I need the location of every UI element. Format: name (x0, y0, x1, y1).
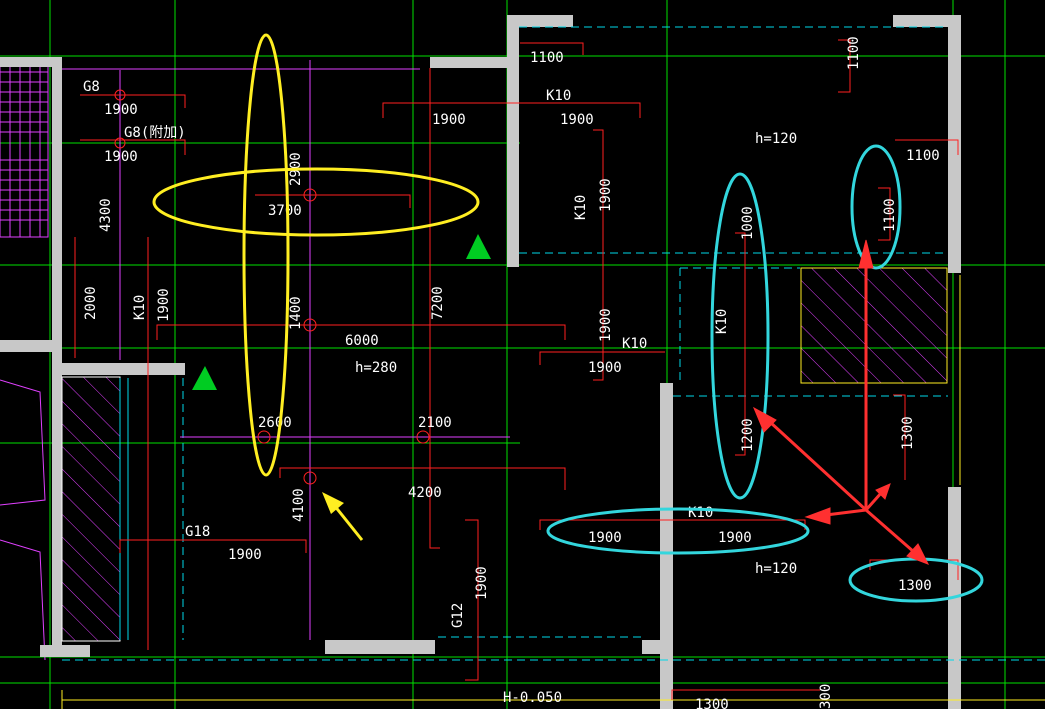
label-6000: 6000 (345, 333, 379, 349)
label-1200: 1200 (740, 418, 756, 452)
hatched-shafts (61, 267, 948, 642)
label-1900: 1900 (432, 112, 466, 128)
label-g8-additional: G8(附加) (124, 125, 186, 141)
label-k10: K10 (714, 309, 730, 334)
label-1900: 1900 (560, 112, 594, 128)
label-1100: 1100 (906, 148, 940, 164)
label-1900: 1900 (718, 530, 752, 546)
label-7200: 7200 (430, 286, 446, 320)
label-k10: K10 (132, 295, 148, 320)
label-2100: 2100 (418, 415, 452, 431)
label-3700: 3700 (268, 203, 302, 219)
label-1300: 1300 (898, 578, 932, 594)
label-1900: 1900 (598, 178, 614, 212)
label-1900: 1900 (228, 547, 262, 563)
green-marker-icon (192, 234, 491, 390)
label-g8: G8 (83, 79, 100, 95)
label-1400: 1400 (288, 296, 304, 330)
label-k10: K10 (688, 505, 713, 521)
label-1100: 1100 (882, 198, 898, 232)
label-h120: h=120 (755, 561, 797, 577)
left-edge-fixture (0, 61, 49, 661)
label-1900: 1900 (588, 530, 622, 546)
label-1900: 1900 (104, 102, 138, 118)
cad-drawing-canvas: G8 1900 G8(附加) 1900 4300 2900 3700 2000 … (0, 0, 1045, 709)
yellow-arrow-icon (322, 492, 364, 541)
label-h280: h=280 (355, 360, 397, 376)
label-1300: 1300 (900, 416, 916, 450)
label-g18: G18 (185, 524, 210, 540)
label-4200: 4200 (408, 485, 442, 501)
label-1300: 1300 (695, 697, 729, 709)
annotation-yellow-ellipses (152, 33, 480, 477)
label-1100: 1100 (530, 50, 564, 66)
label-2600: 2600 (258, 415, 292, 431)
label-k10: K10 (546, 88, 571, 104)
label-2000: 2000 (83, 286, 99, 320)
label-1900: 1900 (156, 288, 172, 322)
label-k10: K10 (573, 195, 589, 220)
label-300: 300 (818, 684, 834, 709)
label-1000: 1000 (740, 206, 756, 240)
label-h-0050: H-0.050 (503, 690, 562, 706)
label-1100: 1100 (846, 36, 862, 70)
label-1900: 1900 (598, 308, 614, 342)
label-1900: 1900 (588, 360, 622, 376)
label-k10: K10 (622, 336, 647, 352)
label-4100: 4100 (291, 488, 307, 522)
label-1900: 1900 (474, 566, 490, 600)
label-1900: 1900 (104, 149, 138, 165)
label-g12: G12 (450, 603, 466, 628)
label-4300: 4300 (98, 198, 114, 232)
label-h120: h=120 (755, 131, 797, 147)
